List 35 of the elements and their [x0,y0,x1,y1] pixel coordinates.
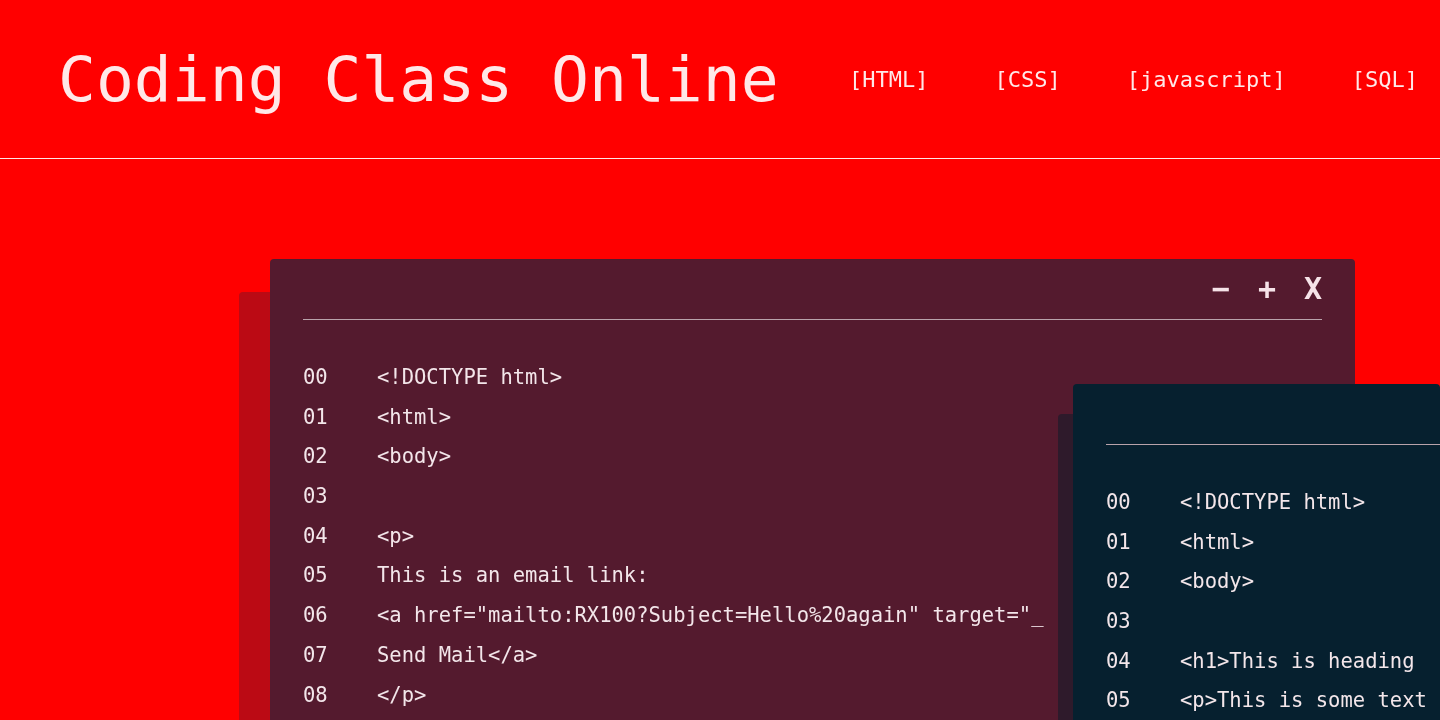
code-line: <!DOCTYPE html> [1180,489,1366,516]
line-number: 03 [303,483,329,511]
line-number: 01 [1106,528,1132,556]
code-line: <body> [377,443,452,471]
nav-link[interactable]: [SQL] [1351,62,1418,96]
nav-link[interactable]: [javascript] [1126,62,1286,96]
code-line: <p> [377,522,415,550]
code-line: Send Mail</a> [377,641,538,669]
code-line: <p>This is some text [1180,687,1427,715]
line-number: 06 [303,602,329,630]
line-number: 08 [303,681,329,709]
line-number: 00 [303,364,329,391]
line-number: 02 [303,443,329,471]
line-number: 01 [303,403,329,431]
line-number: 04 [303,522,329,550]
code-line: <html> [1180,528,1255,556]
close-button[interactable]: X [1303,274,1322,304]
code-line: <a href="mailto:RX100?Subject=Hello%20again" target="_ [377,602,1044,630]
code-line: This is an email link: [377,562,649,590]
nav-link[interactable]: [HTML] [849,62,929,96]
code-line: <!DOCTYPE html> [377,364,563,391]
line-number: 04 [1106,647,1132,675]
line-number: 07 [303,641,329,669]
code-line: <body> [1180,568,1255,596]
code-line: <html> [377,403,452,431]
code-line: <h1>This is heading [1180,647,1415,675]
nav-link[interactable]: [CSS] [994,62,1061,96]
line-number: 00 [1106,489,1132,516]
minimize-button[interactable]: − [1211,274,1230,304]
line-number: 02 [1106,568,1132,596]
line-number: 05 [1106,687,1132,715]
line-number: 05 [303,562,329,590]
maximize-button[interactable]: + [1257,274,1276,304]
code-line: </p> [377,681,427,709]
line-number: 03 [1106,608,1132,636]
